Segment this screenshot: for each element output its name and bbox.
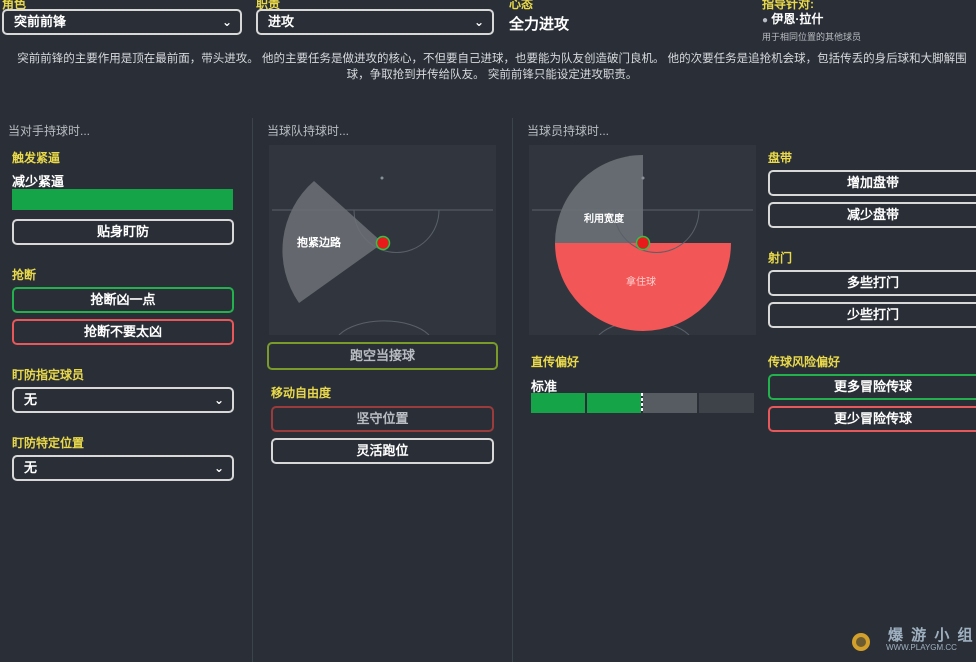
chevron-down-icon: ⌄	[213, 461, 224, 475]
width-zone[interactable]	[555, 155, 643, 243]
col1-title: 当对手持球时...	[8, 124, 91, 138]
duty-value: 进攻	[268, 14, 295, 29]
role-select[interactable]: 突前前锋 ⌄	[2, 9, 242, 35]
mark-position-label: 盯防特定位置	[12, 436, 85, 450]
tackle-label: 抢断	[12, 268, 37, 282]
watermark-logo	[846, 628, 876, 654]
ease-off-tackles-button[interactable]: 抢断不要太凶	[12, 319, 234, 345]
col3-title: 当球员持球时...	[527, 124, 610, 138]
player-dot	[635, 235, 651, 251]
shoot-less-button[interactable]: 少些打门	[768, 302, 976, 328]
direct-passing-label: 直传偏好	[531, 355, 580, 369]
hold-ball-label: 拿住球	[626, 275, 656, 288]
pitch-spot	[380, 176, 384, 180]
bar-segment	[587, 393, 641, 413]
role-value: 突前前锋	[14, 14, 67, 29]
pitch-arc	[338, 320, 430, 336]
bar-segment	[643, 393, 697, 413]
width-label: 利用宽度	[584, 212, 625, 225]
team-pitch-diagram: 抱紧边路	[269, 145, 496, 336]
mark-position-select[interactable]: 无 ⌄	[12, 455, 234, 481]
watermark-name: 爆 游 小 组	[888, 627, 975, 644]
divider	[252, 118, 253, 662]
player-dot	[375, 235, 391, 251]
shoot-label: 射门	[768, 251, 793, 265]
direct-passing-bar[interactable]	[531, 393, 754, 413]
get-further-forward-button[interactable]: 跑空当接球	[267, 342, 498, 370]
person-icon: ●	[762, 15, 769, 26]
mark-player-value: 无	[24, 392, 38, 407]
freedom-label: 移动自由度	[271, 386, 332, 400]
mark-position-value: 无	[24, 460, 38, 475]
mark-player-select[interactable]: 无 ⌄	[12, 387, 234, 413]
duty-select[interactable]: 进攻 ⌄	[256, 9, 494, 35]
chevron-down-icon: ⌄	[473, 15, 484, 29]
instructions-sub: 用于相同位置的其他球员	[762, 32, 862, 42]
fewer-risky-passes-button[interactable]: 更少冒险传球	[768, 406, 976, 432]
roam-button[interactable]: 灵活跑位	[271, 438, 494, 464]
mentality-value: 全力进攻	[509, 16, 570, 33]
press-value: 减少紧逼	[12, 174, 65, 189]
pitch-svg: 利用宽度 拿住球	[532, 155, 753, 336]
watermark-logo-icon	[852, 633, 870, 651]
shoot-more-button[interactable]: 多些打门	[768, 270, 976, 296]
instructions-player-name: 伊恩·拉什	[771, 12, 824, 26]
more-risky-passes-button[interactable]: 更多冒险传球	[768, 374, 976, 400]
zone-label: 抱紧边路	[297, 235, 342, 249]
dribble-label: 盘带	[768, 151, 793, 165]
tackle-harder-button[interactable]: 抢断凶一点	[12, 287, 234, 313]
chevron-down-icon: ⌄	[221, 15, 232, 29]
bar-marker	[641, 393, 643, 413]
mentality-label: 心态	[509, 0, 534, 11]
col2-title: 当球队持球时...	[267, 124, 350, 138]
instructions-player[interactable]: ● 伊恩·拉什	[762, 10, 823, 27]
player-pitch-diagram: 利用宽度 拿住球	[529, 145, 756, 336]
dribble-less-button[interactable]: 减少盘带	[768, 202, 976, 228]
tight-marking-button[interactable]: 贴身盯防	[12, 219, 234, 245]
watermark-url: WWW.PLAYGM.CC	[886, 643, 957, 652]
chevron-down-icon: ⌄	[213, 393, 224, 407]
pitch-spot	[641, 176, 645, 180]
pass-risk-label: 传球风险偏好	[768, 355, 841, 369]
mark-player-label: 盯防指定球员	[12, 368, 85, 382]
divider	[512, 118, 513, 662]
role-description: 突前前锋的主要作用是顶在最前面，带头进攻。 他的主要任务是做进攻的核心，不但要自…	[17, 53, 967, 81]
hold-position-button[interactable]: 坚守位置	[271, 406, 494, 432]
press-label: 触发紧逼	[12, 151, 61, 165]
pitch-svg: 抱紧边路	[272, 176, 493, 336]
press-bar[interactable]	[12, 189, 233, 210]
bar-segment	[531, 393, 585, 413]
dribble-more-button[interactable]: 增加盘带	[768, 170, 976, 196]
bar-segment	[699, 393, 754, 413]
